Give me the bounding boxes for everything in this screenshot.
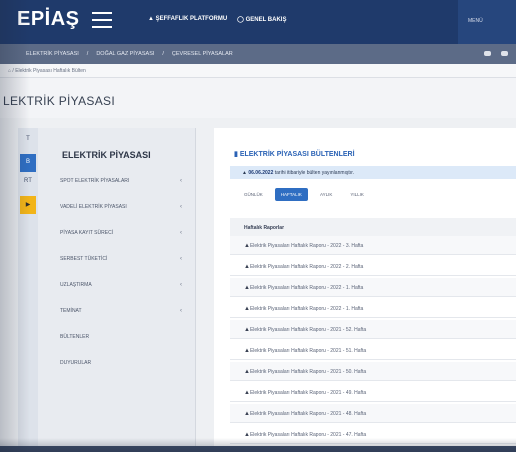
- top-nav-item-overview[interactable]: ◯ GENEL BAKIŞ: [237, 16, 286, 23]
- icon-strip: T B RT ▶: [18, 128, 38, 452]
- table-row[interactable]: ▲Elektrik Piyasaları Haftalık Raporu - 2…: [230, 320, 516, 339]
- table-row[interactable]: ▲Elektrik Piyasaları Haftalık Raporu - 2…: [230, 404, 516, 423]
- top-right-menu[interactable]: MENÜ: [458, 0, 516, 44]
- notice-banner: ▲ 06.06.2022 tarihi itibariyle bülten ya…: [230, 166, 516, 179]
- sidebar-item-collateral[interactable]: TEMİNAT ‹: [60, 308, 192, 320]
- period-tabs: GÜNLÜK HAFTALIK AYLIK YILLIK: [238, 188, 370, 201]
- strip-item-play[interactable]: ▶: [20, 196, 36, 214]
- tab-yearly[interactable]: YILLIK: [344, 188, 370, 201]
- strip-item-b[interactable]: B: [20, 154, 36, 172]
- notice-text: tarihi itibariyle bülten yayınlanmıştır.: [274, 170, 354, 176]
- sidebar-title: ELEKTRİK PİYASASI: [62, 150, 151, 160]
- top-nav-item-transparency[interactable]: ▲ ŞEFFAFLIK PLATFORMU: [148, 16, 227, 23]
- sidebar-item-registration[interactable]: PİYASA KAYIT SÜRECİ ‹: [60, 230, 192, 242]
- table-row[interactable]: ▲Elektrik Piyasaları Haftalık Raporu - 2…: [230, 278, 516, 297]
- document-icon: ▮: [234, 151, 238, 158]
- menu-separator: /: [162, 51, 164, 57]
- home-icon[interactable]: ⌂: [8, 68, 11, 74]
- menu-item-natural-gas[interactable]: DOĞAL GAZ PİYASASI: [96, 51, 154, 57]
- table-row[interactable]: ▲Elektrik Piyasaları Haftalık Raporu - 2…: [230, 362, 516, 381]
- table-row[interactable]: ▲Elektrik Piyasaları Haftalık Raporu - 2…: [230, 425, 516, 444]
- chevron-left-icon: ‹: [180, 178, 182, 184]
- table-row[interactable]: ▲Elektrik Piyasaları Haftalık Raporu - 2…: [230, 383, 516, 402]
- top-navbar: EPİAŞ ▲ ŞEFFAFLIK PLATFORMU ◯ GENEL BAKI…: [0, 0, 516, 44]
- bottom-edge: [0, 446, 516, 452]
- sidebar-item-bulletins[interactable]: BÜLTENLER: [60, 334, 192, 346]
- chevron-left-icon: ‹: [180, 256, 182, 262]
- sidebar: ELEKTRİK PİYASASI SPOT ELEKTRİK PİYASALA…: [38, 128, 196, 452]
- tab-weekly[interactable]: HAFTALIK: [274, 188, 308, 201]
- main-content: ▮ ELEKTRİK PİYASASI BÜLTENLERİ ▲ 06.06.2…: [214, 128, 516, 452]
- sidebar-item-announcements[interactable]: DUYURULAR: [60, 360, 192, 372]
- menu-separator: /: [86, 51, 89, 57]
- tab-monthly[interactable]: AYLIK: [314, 188, 338, 201]
- page-title: LEKTRİK PİYASASI: [3, 94, 115, 108]
- sidebar-item-futures[interactable]: VADELİ ELEKTRİK PİYASASI ‹: [60, 204, 192, 216]
- strip-item-rt[interactable]: RT: [20, 178, 36, 196]
- sidebar-item-settlement[interactable]: UZLAŞTIRMA ‹: [60, 282, 192, 294]
- tab-daily[interactable]: GÜNLÜK: [238, 188, 269, 201]
- top-right-label: MENÜ: [468, 18, 483, 24]
- chevron-left-icon: ‹: [180, 230, 182, 236]
- menu-bar: ELEKTRİK PİYASASI / DOĞAL GAZ PİYASASI /…: [0, 44, 516, 64]
- settings-icon[interactable]: [501, 51, 508, 56]
- menu-item-environmental[interactable]: ÇEVRESEL PİYASALAR: [172, 51, 233, 57]
- menu-item-electricity[interactable]: ELEKTRİK PİYASASI: [26, 51, 79, 57]
- bulletins-title: ▮ ELEKTRİK PİYASASI BÜLTENLERİ: [234, 151, 355, 158]
- table-row[interactable]: ▲Elektrik Piyasaları Haftalık Raporu - 2…: [230, 236, 516, 255]
- notice-date: 06.06.2022: [248, 170, 274, 176]
- menu-controls: [484, 51, 508, 56]
- table-row[interactable]: ▲Elektrik Piyasaları Haftalık Raporu - 2…: [230, 299, 516, 318]
- hamburger-menu-icon[interactable]: [92, 12, 112, 28]
- table-row[interactable]: ▲Elektrik Piyasaları Haftalık Raporu - 2…: [230, 341, 516, 360]
- chevron-left-icon: ‹: [180, 308, 182, 314]
- breadcrumb-current: Elektrik Piyasası Haftalık Bülten: [15, 68, 86, 74]
- table-row[interactable]: ▲Elektrik Piyasaları Haftalık Raporu - 2…: [230, 257, 516, 276]
- breadcrumb: ⌂ / Elektrik Piyasası Haftalık Bülten: [0, 64, 516, 78]
- user-icon[interactable]: [484, 51, 491, 56]
- chevron-left-icon: ‹: [180, 204, 182, 210]
- reports-table: Haftalık Raporlar ▲Elektrik Piyasaları H…: [230, 218, 516, 452]
- top-nav: ▲ ŞEFFAFLIK PLATFORMU ◯ GENEL BAKIŞ: [148, 16, 286, 23]
- chevron-left-icon: ‹: [180, 282, 182, 288]
- screen: EPİAŞ ▲ ŞEFFAFLIK PLATFORMU ◯ GENEL BAKI…: [0, 0, 516, 452]
- page-heading: LEKTRİK PİYASASI: [0, 78, 516, 118]
- sidebar-item-eligible-consumer[interactable]: SERBEST TÜKETİCİ ‹: [60, 256, 192, 268]
- table-body: ▲Elektrik Piyasaları Haftalık Raporu - 2…: [230, 236, 516, 452]
- strip-item-t[interactable]: T: [20, 136, 36, 154]
- sidebar-item-spot[interactable]: SPOT ELEKTRİK PİYASALARI ‹: [60, 178, 192, 190]
- table-header: Haftalık Raporlar: [230, 218, 516, 236]
- transparency-icon: ▲: [148, 16, 156, 22]
- overview-icon: ◯: [237, 17, 246, 23]
- logo[interactable]: EPİAŞ: [17, 8, 80, 31]
